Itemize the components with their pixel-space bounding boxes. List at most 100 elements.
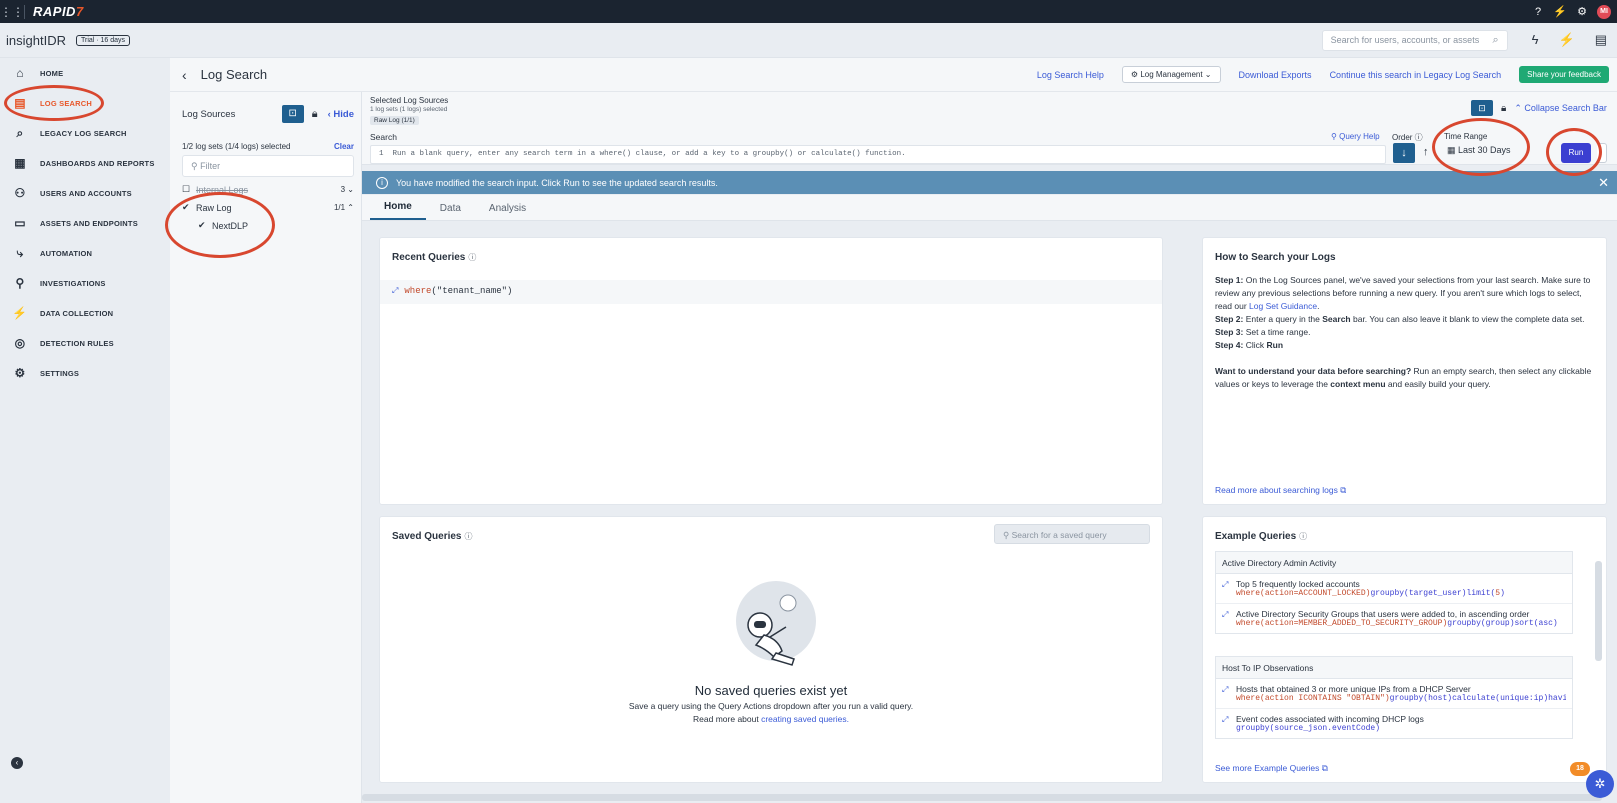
log-set-guidance-link[interactable]: Log Set Guidance [1249,301,1317,311]
query-help-link[interactable]: ⚲ Query Help [1331,132,1380,141]
global-search-input[interactable]: Search for users, accounts, or assets ⌕ [1321,29,1508,51]
query-keyword: where [404,286,432,296]
unlock-icon[interactable]: ⊡ [1471,100,1493,116]
horizontal-scrollbar[interactable] [362,794,1602,801]
tab-home[interactable]: Home [370,201,426,220]
trial-badge: Trial · 16 days [75,34,131,46]
order-ascending-button[interactable]: ↑ [1423,146,1429,158]
tab-analysis[interactable]: Analysis [475,203,540,220]
info-icon: ⓘ [1299,532,1308,541]
check-icon[interactable]: ✔ [182,202,192,213]
nav-label: DATA COLLECTION [40,308,114,318]
nav-item-home[interactable]: ⌂ HOME [0,58,170,88]
collapse-search-bar-button[interactable]: ⌃ Collapse Search Bar [1514,103,1607,114]
step-4: Step 4: Click Run [1215,340,1284,350]
lock-icon[interactable]: 🔒︎ [1501,103,1506,114]
log-set-label: Raw Log [196,202,232,213]
legacy-search-icon: ⌕ [16,125,24,140]
example-desc: Hosts that obtained 3 or more unique IPs… [1236,684,1471,694]
help-icon[interactable]: ? [1531,5,1545,19]
nav-item-assets[interactable]: ▭ ASSETS AND ENDPOINTS [0,208,170,238]
recent-query-item[interactable]: ⤢ where("tenant_name") [380,280,1162,304]
back-chevron-icon[interactable]: ‹ [182,67,187,83]
plug-icon[interactable]: ⚡ [1559,32,1575,48]
example-group-title: Host To IP Observations [1216,657,1572,679]
nav-item-data-collection[interactable]: ⚡ DATA COLLECTION [0,298,170,328]
example-scrollbar[interactable] [1595,561,1602,661]
log-nextdlp[interactable]: ✔ NextDLP [198,220,354,231]
checkbox-empty[interactable]: ☐ [182,184,192,195]
nav-label: LOG SEARCH [40,98,93,108]
order-descending-button[interactable]: ↓ [1393,143,1415,163]
selected-sources-title: Selected Log Sources [370,96,449,105]
lock-icon[interactable]: 🔒︎ [312,108,318,121]
file-icon[interactable]: ▤ [1595,32,1607,48]
read-more-searching-link[interactable]: Read more about searching logs ⧉ [1215,485,1346,496]
log-sources-panel [170,92,362,803]
log-set-internal[interactable]: ☐ Internal Logs 3 ⌄ [182,184,354,195]
assistant-icon[interactable]: ✲ [1586,770,1614,798]
recent-queries-card: Recent Queries ⓘ ⤢ where("tenant_name") [379,237,1163,505]
sources-filter-input[interactable]: ⚲ Filter [182,155,354,177]
hide-sources-button[interactable]: ‹ Hide [328,109,354,120]
nav-item-settings[interactable]: ⚙ SETTINGS [0,358,170,388]
tab-bar: Home Data Analysis [362,195,1617,221]
example-code: where(action=MEMBER_ADDED_TO_SECURITY_GR… [1236,619,1558,628]
share-feedback-button[interactable]: Share your feedback [1519,66,1609,83]
selected-sources-count: 1 log sets (1 logs) selected [370,106,448,113]
nav-item-dashboards[interactable]: ▦ DASHBOARDS AND REPORTS [0,148,170,178]
product-name[interactable]: insightIDR [6,33,66,48]
close-icon[interactable]: ✕ [1598,175,1609,191]
unlock-icon[interactable]: ⊡ [281,105,304,123]
empty-state-title: No saved queries exist yet [694,683,848,698]
rapid7-logo[interactable]: RAPID7 [33,4,84,19]
see-more-examples-link[interactable]: See more Example Queries ⧉ [1215,763,1328,774]
clear-sources-button[interactable]: Clear [334,142,354,151]
run-button[interactable]: Run [1561,143,1591,163]
run-options-button[interactable] [1597,143,1607,163]
nav-item-investigations[interactable]: ⚲ INVESTIGATIONS [0,268,170,298]
avatar[interactable]: MI [1597,4,1611,19]
nav-item-log-search[interactable]: ▤ LOG SEARCH [0,88,170,118]
app-grid-icon[interactable]: ⋮⋮ [0,5,24,19]
log-set-raw[interactable]: ✔ Raw Log 1/1 ⌃ [182,202,354,213]
collapse-nav-icon[interactable]: ‹ [11,757,23,769]
banner-text: You have modified the search input. Clic… [396,177,718,188]
query-icon: ⤢ [1222,610,1229,619]
plug-icon[interactable]: ⚡ [1553,5,1567,19]
notification-badge[interactable]: 18 [1570,762,1590,776]
creating-saved-queries-link[interactable]: creating saved queries. [761,714,849,724]
check-icon[interactable]: ✔ [198,220,208,231]
example-query-item[interactable]: ⤢ Event codes associated with incoming D… [1216,709,1572,738]
log-search-help-link[interactable]: Log Search Help [1037,70,1104,80]
download-exports-link[interactable]: Download Exports [1239,70,1312,80]
log-management-dropdown[interactable]: ⚙ Log Management ⌄ [1121,66,1221,83]
nav-item-automation[interactable]: ⤷ AUTOMATION [0,238,170,268]
example-queries-card: Example Queries ⓘ Active Directory Admin … [1202,516,1607,783]
example-query-item[interactable]: ⤢ Active Directory Security Groups that … [1216,604,1572,633]
divider [24,4,25,19]
time-range-button[interactable]: ▦ Last 30 Days [1447,145,1511,156]
tab-data[interactable]: Data [426,203,475,220]
gear-icon[interactable]: ⚙ [1575,5,1589,19]
bolt-icon[interactable]: ϟ [1532,32,1539,48]
nav-item-users[interactable]: ⚇ USERS AND ACCOUNTS [0,178,170,208]
recent-queries-title: Recent Queries ⓘ [392,252,477,263]
example-query-item[interactable]: ⤢ Hosts that obtained 3 or more unique I… [1216,679,1572,709]
user-icon: ⚇ [14,186,26,200]
nav-item-detection-rules[interactable]: ◎ DETECTION RULES [0,328,170,358]
nav-item-legacy-log-search[interactable]: ⌕ LEGACY LOG SEARCH [0,118,170,148]
nav-label: USERS AND ACCOUNTS [40,188,132,198]
legacy-search-link[interactable]: Continue this search in Legacy Log Searc… [1330,70,1502,80]
selected-source-chip[interactable]: Raw Log (1/1) [370,116,419,125]
log-search-icon: ▤ [14,96,26,110]
saved-query-search-input[interactable]: ⚲ Search for a saved query [994,524,1150,544]
step-2: Step 2: Enter a query in the Search bar.… [1215,314,1585,324]
query-input[interactable]: 1 Run a blank query, enter any search te… [370,145,1386,164]
how-to-title: How to Search your Logs [1215,252,1336,263]
example-query-item[interactable]: ⤢ Top 5 frequently locked accounts where… [1216,574,1572,604]
query-icon: ⤢ [1222,685,1229,694]
product-header: insightIDR Trial · 16 days Search for us… [0,23,1617,58]
plug-icon: ⚡ [12,306,28,320]
global-search-placeholder: Search for users, accounts, or assets [1330,35,1480,45]
